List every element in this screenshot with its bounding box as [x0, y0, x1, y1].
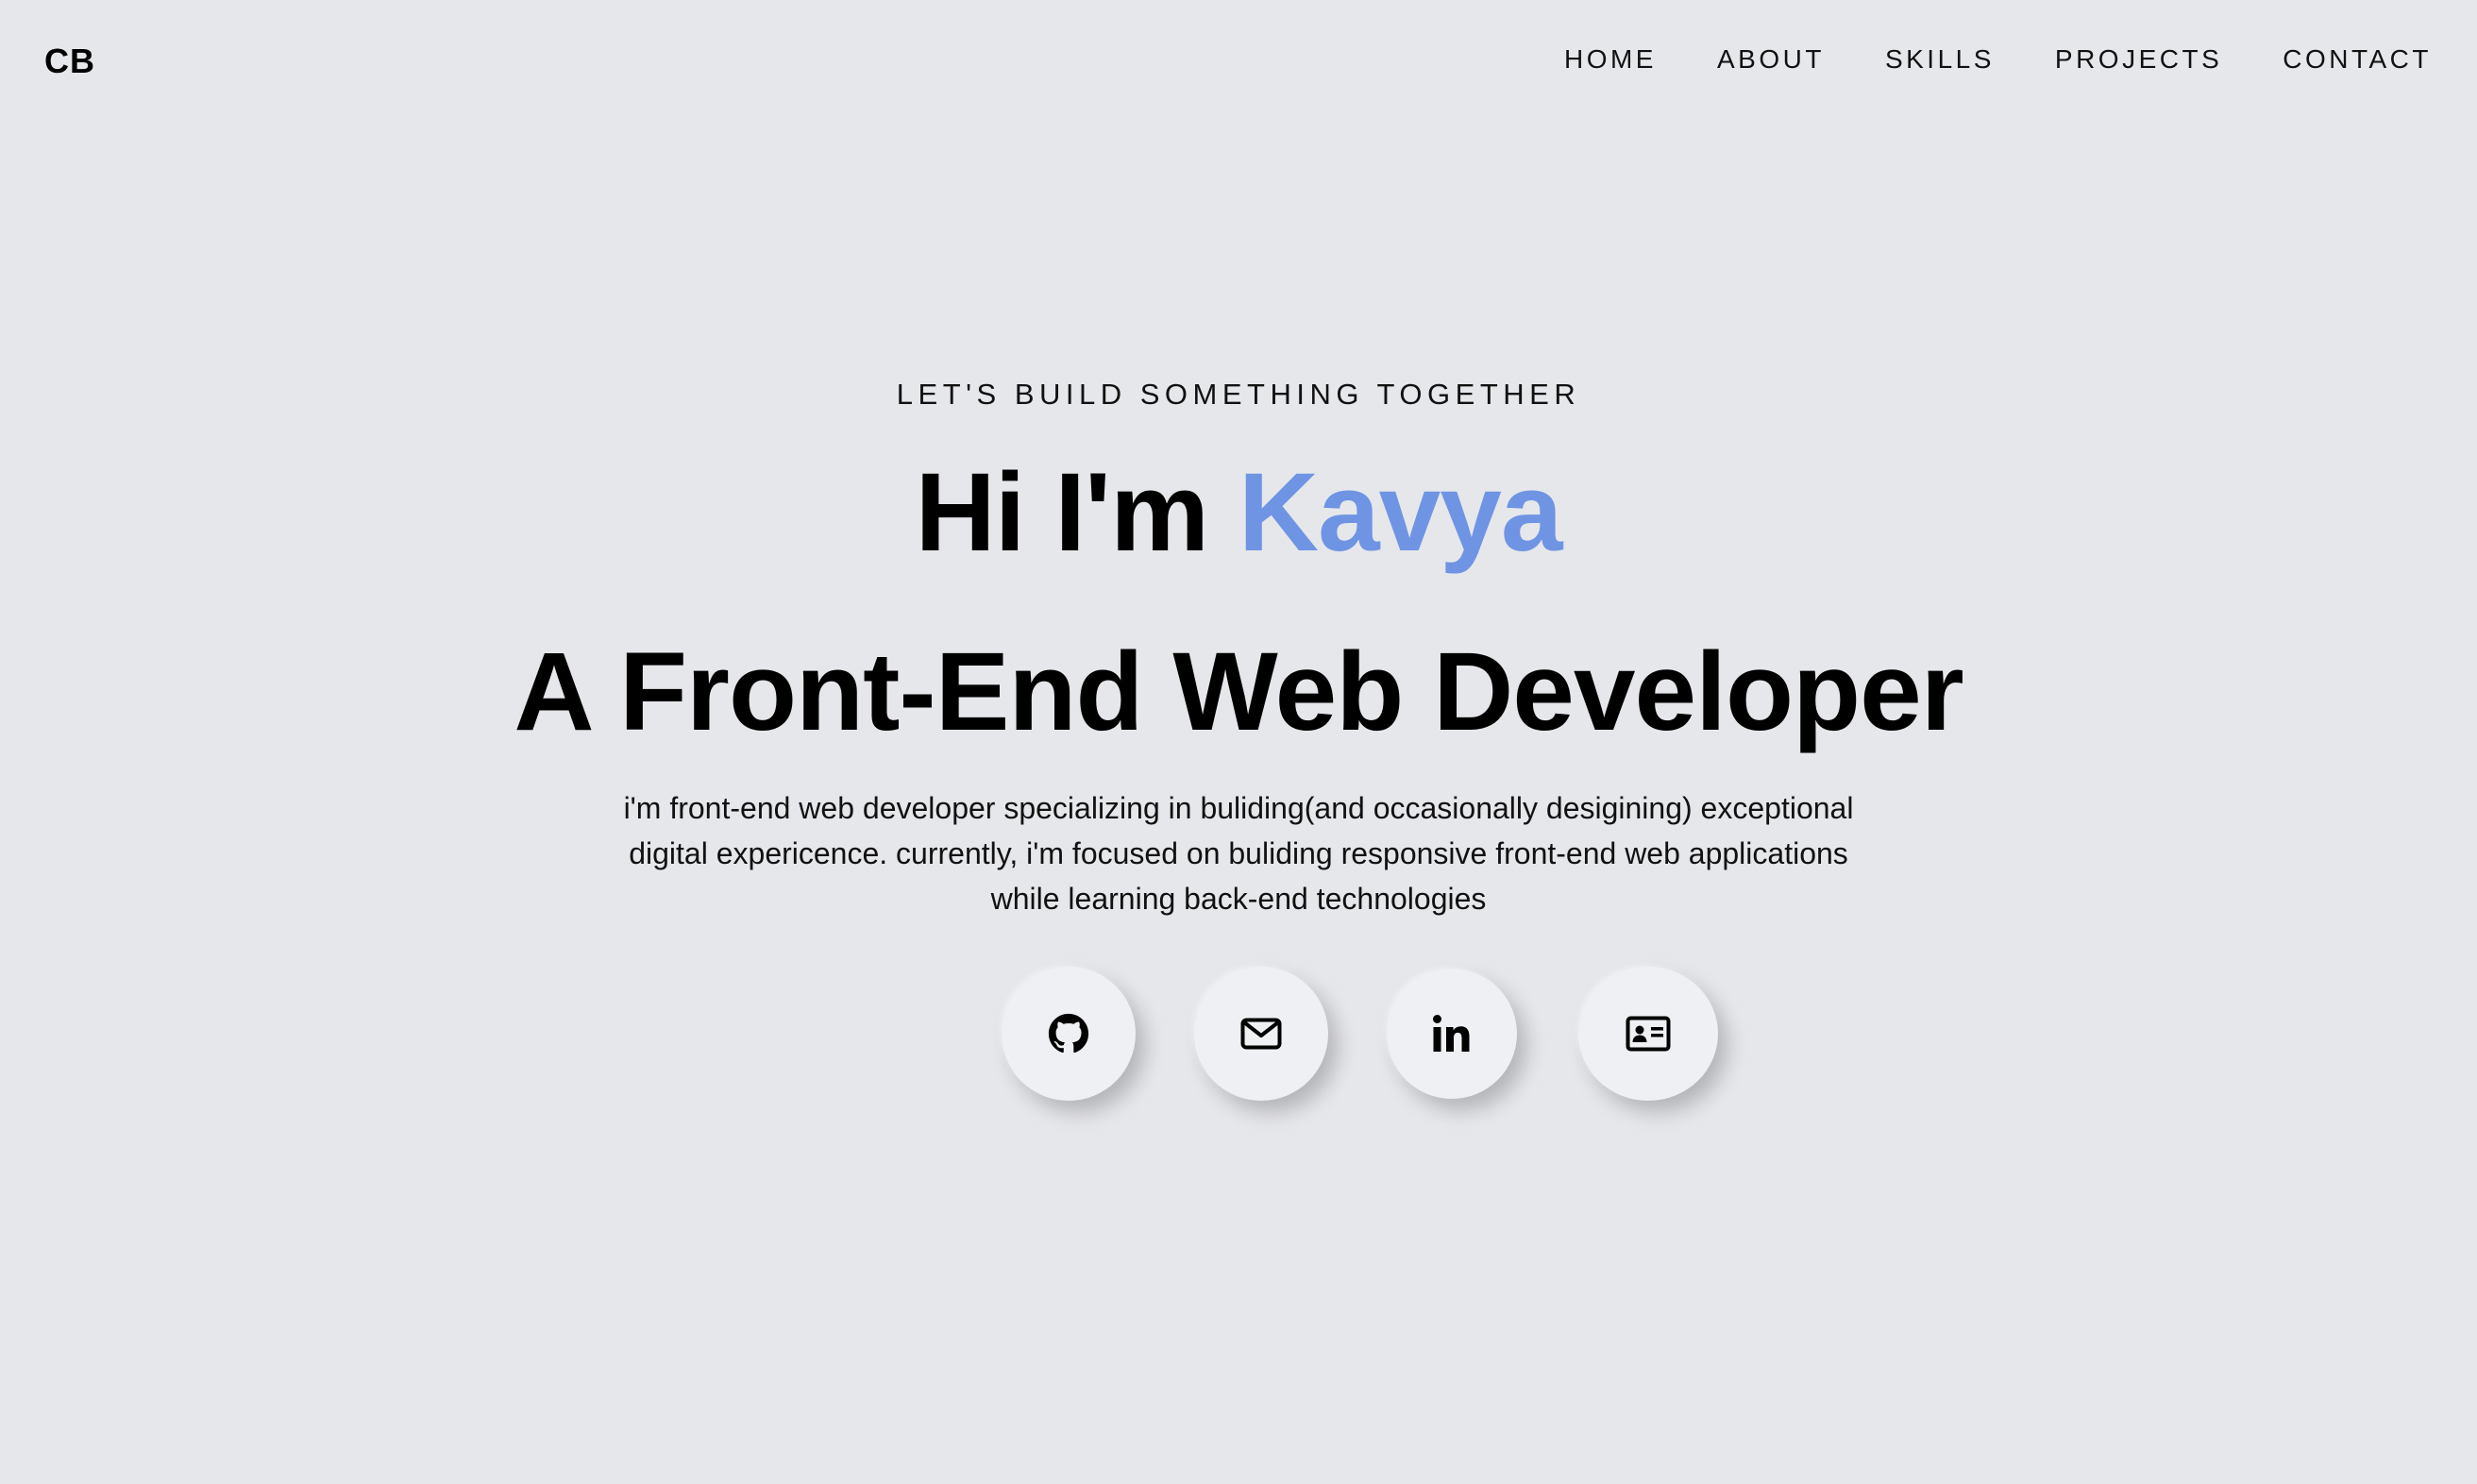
linkedin-icon	[1432, 1014, 1472, 1054]
nav-home[interactable]: HOME	[1564, 43, 1657, 76]
resume-button[interactable]	[1578, 967, 1718, 1101]
hero-kicker: LET'S BUILD SOMETHING TOGETHER	[896, 378, 1581, 411]
social-links	[0, 967, 2477, 1101]
main-nav: HOME ABOUT SKILLS PROJECTS CONTACT	[1504, 43, 2432, 76]
linkedin-button[interactable]	[1387, 969, 1517, 1099]
nav-contact[interactable]: CONTACT	[2283, 43, 2432, 76]
email-button[interactable]	[1194, 967, 1328, 1101]
hero-role: A Front-End Web Developer	[514, 630, 1963, 754]
hero-greeting: Hi I'm Kavya	[0, 451, 2477, 574]
id-card-icon	[1626, 1016, 1671, 1052]
hero-intro: i'm front-end web developer specializing…	[623, 791, 1854, 916]
site-logo[interactable]: CB	[44, 42, 95, 81]
greeting-text: Hi I'm	[915, 450, 1209, 575]
nav-about[interactable]: ABOUT	[1717, 43, 1825, 76]
github-button[interactable]	[1002, 967, 1136, 1101]
envelope-icon	[1240, 1018, 1282, 1050]
hero-name: Kavya	[1238, 450, 1563, 575]
github-icon	[1048, 1013, 1089, 1054]
nav-skills[interactable]: SKILLS	[1885, 43, 1995, 76]
nav-projects[interactable]: PROJECTS	[2055, 43, 2222, 76]
portfolio-page: CB HOME ABOUT SKILLS PROJECTS CONTACT LE…	[0, 0, 2477, 1484]
